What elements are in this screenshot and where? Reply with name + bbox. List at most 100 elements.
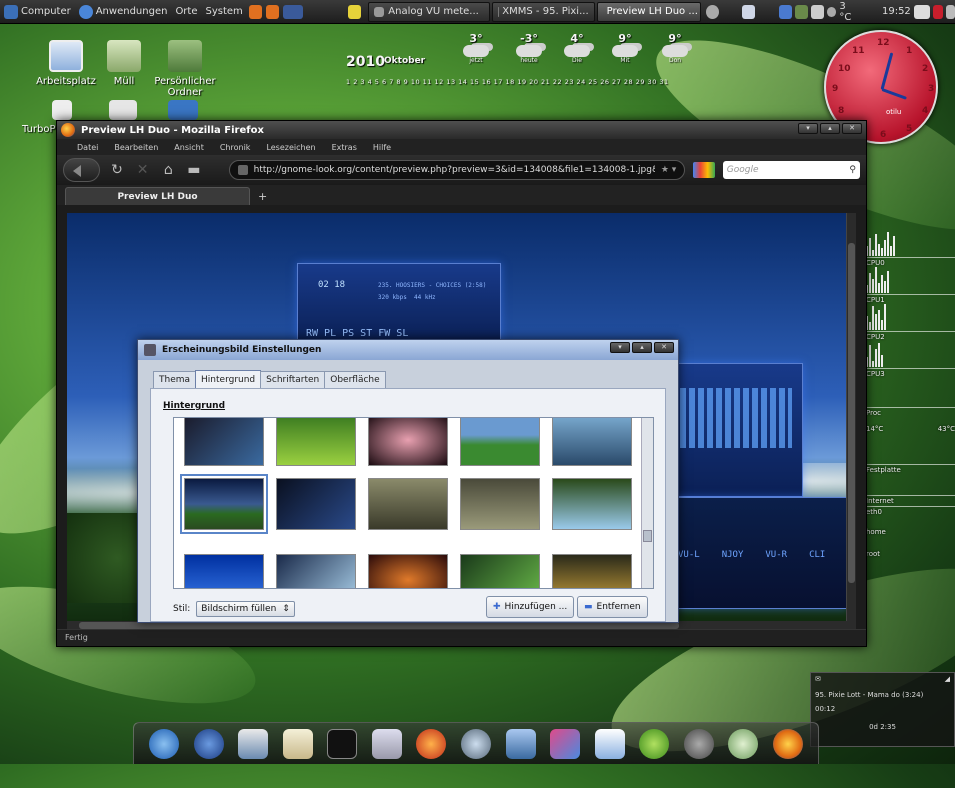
monitor-icon[interactable] (795, 4, 809, 19)
wallpaper-thumb[interactable] (368, 478, 448, 530)
expand-icon[interactable]: ◢ (945, 675, 950, 683)
menu-orte[interactable]: Orte (171, 0, 201, 24)
workspace-icon[interactable] (282, 4, 304, 19)
vu-meter[interactable]: VU-L NJOY VU-R CLI (667, 497, 847, 609)
maximize-button[interactable]: ▴ (632, 342, 652, 353)
dock-notes-icon[interactable] (282, 728, 313, 759)
reload-icon[interactable]: ↻ (108, 162, 126, 178)
firefox-titlebar[interactable]: Preview LH Duo - Mozilla Firefox ▾ ▴ ✕ (57, 121, 866, 139)
desktop-icon-home[interactable]: Persönlicher Ordner (140, 40, 230, 98)
menu-system[interactable]: System (202, 0, 247, 24)
dock-media-icon[interactable] (416, 728, 447, 759)
trash-icon[interactable] (945, 4, 955, 19)
wallpaper-thumb[interactable] (460, 554, 540, 588)
weather-today: -3° heute (504, 32, 554, 64)
menu-ansicht[interactable]: Ansicht (174, 143, 204, 152)
wallpaper-thumb[interactable] (276, 554, 356, 588)
task-firefox[interactable]: Preview LH Duo ... (596, 1, 702, 22)
dock-globe-icon[interactable] (149, 728, 180, 759)
weather-temp[interactable]: 3 °C (839, 1, 859, 23)
remove-button[interactable]: ▬ Entfernen (577, 596, 648, 618)
minimize-button[interactable]: ▾ (798, 123, 818, 134)
firefox-launcher-icon[interactable] (265, 4, 279, 19)
menu-bearbeiten[interactable]: Bearbeiten (114, 143, 158, 152)
dock-firefox-icon[interactable] (772, 728, 803, 759)
firefox-launcher-icon[interactable] (248, 4, 262, 19)
wallpaper-thumb[interactable] (184, 418, 264, 466)
url-bar[interactable]: http://gnome-look.org/content/preview.ph… (228, 160, 686, 180)
wallpaper-thumb-selected[interactable] (180, 474, 268, 534)
add-button[interactable]: ✚ Hinzufügen ... (486, 596, 575, 618)
dialog-titlebar[interactable]: Erscheinungsbild Einstellungen ▾ ▴ ✕ (138, 340, 678, 360)
wallpaper-thumb[interactable] (552, 418, 632, 466)
search-icon[interactable]: ⚲ (849, 165, 856, 175)
new-tab-button[interactable]: + (258, 190, 267, 203)
dock-gimp-icon[interactable] (683, 728, 714, 759)
window-controls: ▾ ▴ ✕ (798, 123, 862, 134)
dock-terminal-icon[interactable] (327, 728, 358, 759)
display-icon[interactable] (779, 4, 793, 19)
conky-label: home (866, 528, 886, 536)
wallpaper-thumb[interactable] (552, 554, 632, 588)
media-player-main[interactable]: 02 18 235. HOOSIERS - CHOICES (2:58) 320… (297, 263, 501, 345)
tab-hintergrund[interactable]: Hintergrund (195, 370, 262, 388)
cpu1-graph (866, 267, 955, 293)
google-icon[interactable] (693, 162, 715, 178)
equalizer-panel[interactable] (667, 363, 803, 497)
tab-oberflaeche[interactable]: Oberfläche (324, 371, 386, 388)
player-track: 235. HOOSIERS - CHOICES (2:58) (378, 282, 487, 289)
printer-icon[interactable] (742, 4, 756, 19)
wallpaper-thumb[interactable] (460, 418, 540, 466)
show-desktop-icon[interactable] (913, 4, 931, 19)
player-buttons[interactable]: RW PL PS ST FW SL (306, 328, 408, 339)
dock-chat-icon[interactable] (639, 728, 670, 759)
close-button[interactable]: ✕ (842, 123, 862, 134)
bookmark-toolbar-icon[interactable]: ▬ (185, 162, 203, 178)
wallpaper-thumb[interactable] (184, 554, 264, 588)
menu-computer[interactable]: Computer (0, 0, 75, 24)
wallpaper-thumb[interactable] (276, 478, 356, 530)
clipboard-icon[interactable] (811, 4, 825, 19)
menu-chronik[interactable]: Chronik (220, 143, 251, 152)
wallpaper-thumb[interactable] (276, 418, 356, 466)
cd-icon[interactable] (706, 4, 720, 19)
wallpaper-thumb[interactable] (368, 418, 448, 466)
wallpaper-thumb[interactable] (552, 478, 632, 530)
task-xmms[interactable]: XMMS - 95. Pixi... (491, 1, 595, 22)
notes-icon[interactable] (348, 4, 362, 19)
dock-home-icon[interactable] (193, 728, 224, 759)
dock-network-icon[interactable] (505, 728, 536, 759)
menu-datei[interactable]: Datei (77, 143, 98, 152)
shutdown-icon[interactable] (933, 4, 943, 19)
stop-icon[interactable]: ✕ (134, 162, 152, 178)
task-analog-vu[interactable]: Analog VU mete... (368, 1, 490, 22)
menu-lesezeichen[interactable]: Lesezeichen (266, 143, 315, 152)
xmms-total: 0d 2:35 (869, 723, 896, 731)
xmms-mini-player[interactable]: ✉ ◢ 95. Pixie Lott - Mama do (3:24) 00:12… (810, 672, 955, 747)
dock-music-icon[interactable] (460, 728, 491, 759)
wallpaper-thumb[interactable] (368, 554, 448, 588)
menu-hilfe[interactable]: Hilfe (373, 143, 391, 152)
close-button[interactable]: ✕ (654, 342, 674, 353)
menu-anwendungen[interactable]: Anwendungen (75, 0, 172, 24)
clock-time[interactable]: 19:52 (882, 6, 911, 17)
tab-thema[interactable]: Thema (153, 371, 197, 388)
back-button[interactable] (63, 158, 101, 182)
search-input[interactable]: Google ⚲ (722, 161, 860, 179)
style-select[interactable]: Bildschirm füllen ⇕ (196, 601, 295, 617)
vertical-scrollbar[interactable] (846, 213, 856, 621)
dock-document-icon[interactable] (594, 728, 625, 759)
dock-graphics-icon[interactable] (550, 728, 581, 759)
minimize-button[interactable]: ▾ (610, 342, 630, 353)
tab-schriftarten[interactable]: Schriftarten (260, 371, 326, 388)
tab-preview[interactable]: Preview LH Duo (65, 187, 250, 205)
maximize-button[interactable]: ▴ (820, 123, 840, 134)
menu-extras[interactable]: Extras (332, 143, 357, 152)
dock-player-icon[interactable] (728, 728, 759, 759)
dock-settings-icon[interactable] (371, 728, 402, 759)
home-icon[interactable]: ⌂ (159, 162, 177, 178)
wallpaper-thumb[interactable] (460, 478, 540, 530)
wallpaper-scrollbar[interactable] (641, 418, 653, 588)
dock-editor-icon[interactable] (238, 728, 269, 759)
star-icon[interactable]: ★ ▾ (661, 165, 676, 175)
